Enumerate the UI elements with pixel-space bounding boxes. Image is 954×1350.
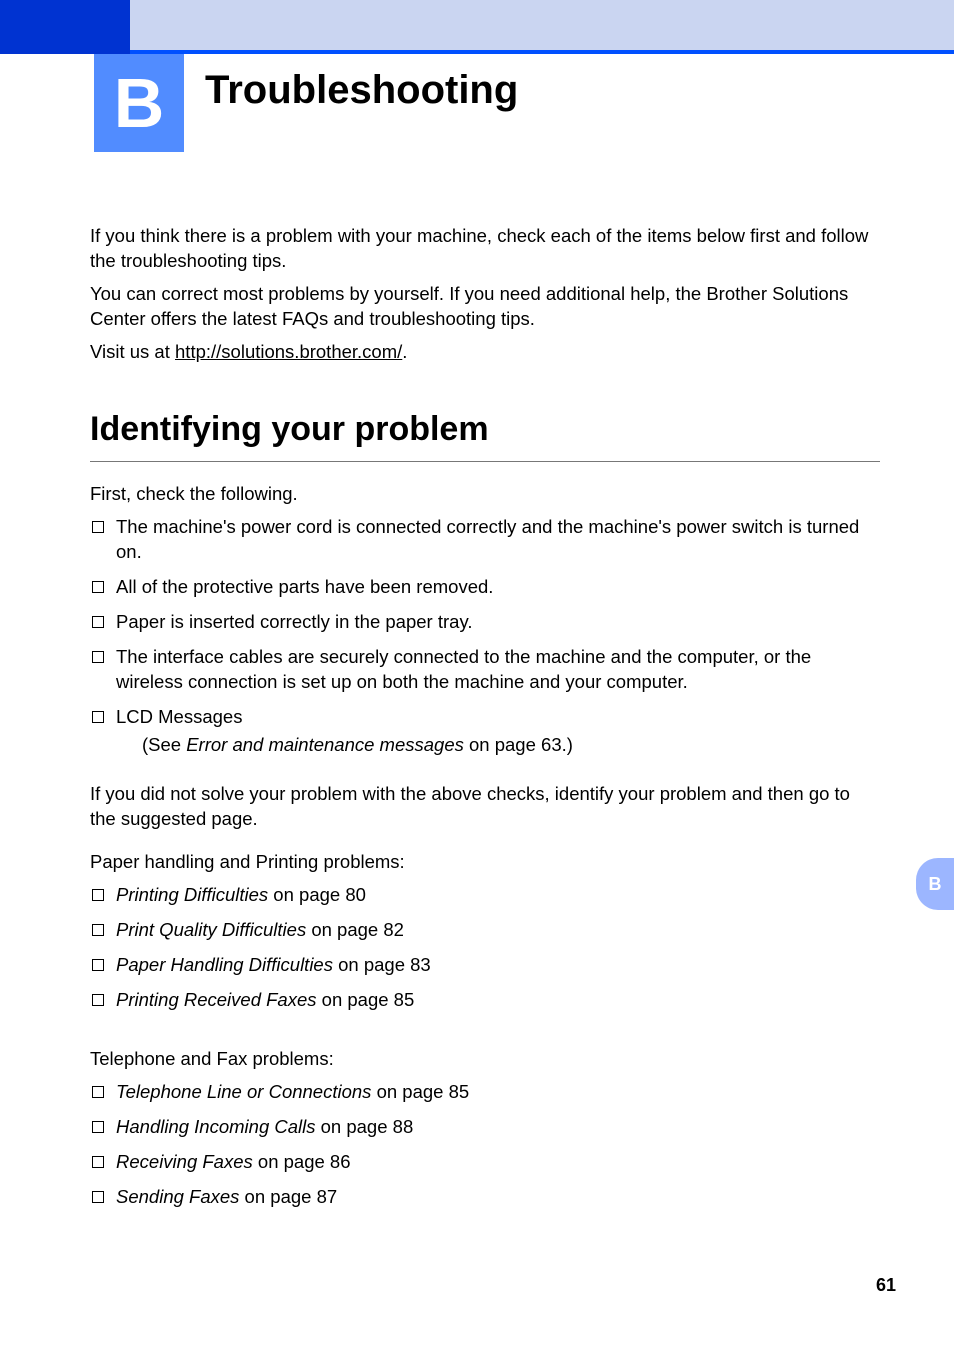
on-page-label: on page <box>239 1186 316 1207</box>
ref-title: Paper Handling Difficulties <box>116 954 333 975</box>
check-item-lcd: LCD Messages (See Error and maintenance … <box>112 705 880 759</box>
ref-item: Printing Received Faxes on page 85 <box>112 988 880 1013</box>
on-page-label: on page <box>371 1081 448 1102</box>
ref-item: Paper Handling Difficulties on page 83 <box>112 953 880 978</box>
ref-page: 86 <box>330 1151 351 1172</box>
ref-title: Receiving Faxes <box>116 1151 253 1172</box>
ref-title: Printing Difficulties <box>116 884 268 905</box>
check-list: The machine's power cord is connected co… <box>90 515 880 759</box>
section-title: Identifying your problem <box>90 407 880 453</box>
ref-item: Print Quality Difficulties on page 82 <box>112 918 880 943</box>
ref-item: Handling Incoming Calls on page 88 <box>112 1115 880 1140</box>
ref-title: Handling Incoming Calls <box>116 1116 316 1137</box>
intro-paragraph-1: If you think there is a problem with you… <box>90 224 880 274</box>
check-item: The interface cables are securely connec… <box>112 645 880 695</box>
ref-page: 83 <box>410 954 431 975</box>
ref-page: 87 <box>317 1186 338 1207</box>
on-page-label: on page <box>317 989 394 1010</box>
side-tab: B <box>916 858 954 910</box>
chapter-title: Troubleshooting <box>205 68 518 113</box>
lcd-note-suffix: on page 63.) <box>464 734 573 755</box>
ref-title: Printing Received Faxes <box>116 989 317 1010</box>
on-page-label: on page <box>253 1151 330 1172</box>
ref-item: Sending Faxes on page 87 <box>112 1185 880 1210</box>
intro-paragraph-3: Visit us at http://solutions.brother.com… <box>90 340 880 365</box>
on-page-label: on page <box>333 954 410 975</box>
ref-page: 85 <box>449 1081 470 1102</box>
check-item-lcd-label: LCD Messages <box>116 706 242 727</box>
ref-list: Telephone Line or Connections on page 85… <box>90 1080 880 1210</box>
page-number: 61 <box>876 1275 896 1296</box>
ref-title: Sending Faxes <box>116 1186 239 1207</box>
ref-page: 80 <box>345 884 366 905</box>
ref-page: 85 <box>394 989 415 1010</box>
check-item: Paper is inserted correctly in the paper… <box>112 610 880 635</box>
chapter-badge: B <box>94 54 184 152</box>
header-band-light <box>0 0 954 50</box>
header-band-dark-left <box>0 0 130 54</box>
side-tab-label: B <box>929 874 942 895</box>
check-item: The machine's power cord is connected co… <box>112 515 880 565</box>
ref-title: Telephone Line or Connections <box>116 1081 371 1102</box>
ref-item: Telephone Line or Connections on page 85 <box>112 1080 880 1105</box>
lcd-note-prefix: (See <box>142 734 186 755</box>
group-heading: Telephone and Fax problems: <box>90 1047 880 1072</box>
section-lead: First, check the following. <box>90 482 880 507</box>
chapter-letter: B <box>114 63 165 143</box>
on-page-label: on page <box>268 884 345 905</box>
check-item: All of the protective parts have been re… <box>112 575 880 600</box>
on-page-label: on page <box>306 919 383 940</box>
lcd-subnote: (See Error and maintenance messages on p… <box>142 733 880 758</box>
section-after: If you did not solve your problem with t… <box>90 782 880 832</box>
on-page-label: on page <box>316 1116 393 1137</box>
ref-item: Printing Difficulties on page 80 <box>112 883 880 908</box>
ref-page: 82 <box>383 919 404 940</box>
ref-list: Printing Difficulties on page 80 Print Q… <box>90 883 880 1013</box>
ref-item: Receiving Faxes on page 86 <box>112 1150 880 1175</box>
intro-paragraph-2: You can correct most problems by yoursel… <box>90 282 880 332</box>
lcd-note-italic: Error and maintenance messages <box>186 734 464 755</box>
ref-page: 88 <box>393 1116 414 1137</box>
solutions-link[interactable]: http://solutions.brother.com/ <box>175 341 402 362</box>
intro-p3-prefix: Visit us at <box>90 341 175 362</box>
ref-title: Print Quality Difficulties <box>116 919 306 940</box>
group-heading: Paper handling and Printing problems: <box>90 850 880 875</box>
footer-accent <box>910 1270 954 1306</box>
section-rule <box>90 461 880 462</box>
intro-p3-suffix: . <box>402 341 407 362</box>
body-content: If you think there is a problem with you… <box>90 224 880 1220</box>
